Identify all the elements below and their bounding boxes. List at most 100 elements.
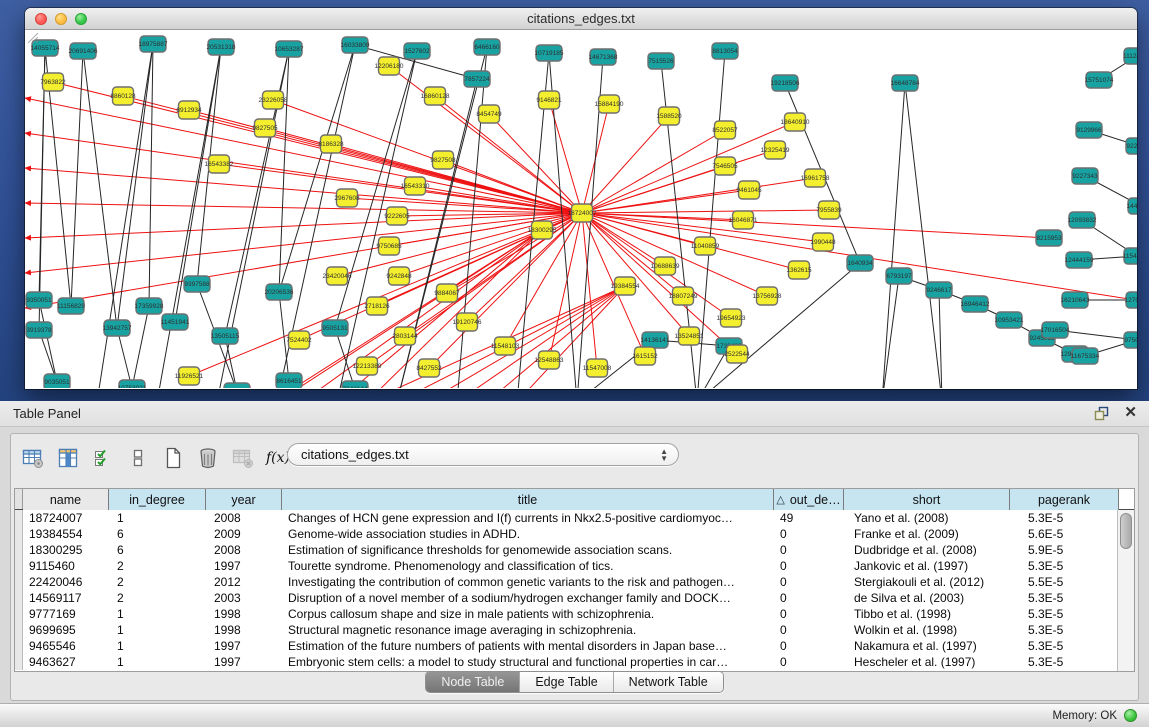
- column-header-year[interactable]: year: [206, 489, 282, 510]
- close-panel-icon[interactable]: ✕: [1124, 405, 1137, 421]
- table-cell[interactable]: 19384554: [23, 526, 109, 542]
- table-row[interactable]: 969969511998Structural magnetic resonanc…: [15, 622, 1134, 638]
- table-cell[interactable]: 5.3E-5: [1010, 606, 1119, 622]
- table-mode-button[interactable]: [21, 446, 45, 470]
- table-cell[interactable]: 1: [109, 622, 206, 638]
- table-cell[interactable]: 2012: [206, 574, 282, 590]
- table-cell[interactable]: Nakamura et al. (1997): [844, 638, 1010, 654]
- column-header-title[interactable]: title: [282, 489, 774, 510]
- table-cell[interactable]: 14569117: [23, 590, 109, 606]
- tab-node-table[interactable]: Node Table: [426, 672, 520, 692]
- float-panel-icon[interactable]: [1094, 406, 1110, 421]
- table-cell[interactable]: Disruption of a novel member of a sodium…: [282, 590, 774, 606]
- citation-edge-red[interactable]: [582, 210, 829, 213]
- citation-edge-red[interactable]: [277, 230, 542, 388]
- table-cell[interactable]: Estimation of the future numbers of pati…: [282, 638, 774, 654]
- table-cell[interactable]: 2009: [206, 526, 282, 542]
- table-cell[interactable]: Corpus callosum shape and size in male p…: [282, 606, 774, 622]
- table-cell[interactable]: Tibbo et al. (1998): [844, 606, 1010, 622]
- delete-table-button[interactable]: [231, 446, 255, 470]
- column-header-pagerank[interactable]: pagerank: [1010, 489, 1119, 510]
- table-cell[interactable]: 2008: [206, 542, 282, 558]
- table-cell[interactable]: 0: [774, 542, 844, 558]
- citation-edge-black[interactable]: [279, 45, 355, 292]
- table-cell[interactable]: 9115460: [23, 558, 109, 574]
- table-cell[interactable]: 2003: [206, 590, 282, 606]
- table-cell[interactable]: 0: [774, 558, 844, 574]
- row-height-button[interactable]: [126, 446, 150, 470]
- table-cell[interactable]: 2: [109, 558, 206, 574]
- table-cell[interactable]: Tourette syndrome. Phenomenology and cla…: [282, 558, 774, 574]
- table-cell[interactable]: 5.3E-5: [1010, 510, 1119, 526]
- vertical-scrollbar[interactable]: [1117, 510, 1134, 671]
- resize-grip-icon[interactable]: [25, 30, 39, 44]
- table-cell[interactable]: 0: [774, 622, 844, 638]
- table-row[interactable]: 2242004622012Investigating the contribut…: [15, 574, 1134, 590]
- table-cell[interactable]: 5.6E-5: [1010, 526, 1119, 542]
- table-cell[interactable]: 0: [774, 574, 844, 590]
- table-cell[interactable]: 5.3E-5: [1010, 638, 1119, 654]
- table-cell[interactable]: Estimation of significance thresholds fo…: [282, 542, 774, 558]
- table-cell[interactable]: 18724007: [23, 510, 109, 526]
- table-row[interactable]: 911546021997Tourette syndrome. Phenomeno…: [15, 558, 1134, 574]
- citation-edge-black[interactable]: [149, 44, 153, 306]
- table-select-dropdown[interactable]: citations_edges.txt ▲▼: [287, 443, 679, 466]
- table-cell[interactable]: 5.3E-5: [1010, 590, 1119, 606]
- table-cell[interactable]: Jankovic et al. (1997): [844, 558, 1010, 574]
- citation-edge-black[interactable]: [132, 306, 149, 388]
- table-cell[interactable]: Dudbridge et al. (2008): [844, 542, 1010, 558]
- citation-edge-black[interactable]: [939, 290, 942, 388]
- table-row[interactable]: 1872400712008Changes of HCN gene express…: [15, 510, 1134, 526]
- column-header-short[interactable]: short: [844, 489, 1010, 510]
- delete-column-button[interactable]: [196, 446, 220, 470]
- table-cell[interactable]: 1997: [206, 638, 282, 654]
- table-cell[interactable]: 1: [109, 510, 206, 526]
- table-cell[interactable]: 0: [774, 526, 844, 542]
- scrollbar-thumb[interactable]: [1120, 513, 1132, 549]
- function-builder-button[interactable]: f(x): [266, 446, 290, 470]
- table-row[interactable]: 1456911722003Disruption of a novel membe…: [15, 590, 1134, 606]
- table-cell[interactable]: 6: [109, 542, 206, 558]
- tab-edge-table[interactable]: Edge Table: [520, 672, 613, 692]
- table-cell[interactable]: Structural magnetic resonance image aver…: [282, 622, 774, 638]
- table-cell[interactable]: 9777169: [23, 606, 109, 622]
- table-cell[interactable]: Yano et al. (2008): [844, 510, 1010, 526]
- table-cell[interactable]: 5.3E-5: [1010, 622, 1119, 638]
- table-cell[interactable]: 5.5E-5: [1010, 574, 1119, 590]
- citation-edge-red[interactable]: [582, 190, 749, 213]
- table-cell[interactable]: 5.9E-5: [1010, 542, 1119, 558]
- table-cell[interactable]: de Silva et al. (2003): [844, 590, 1010, 606]
- table-cell[interactable]: 1998: [206, 622, 282, 638]
- table-cell[interactable]: 0: [774, 590, 844, 606]
- table-cell[interactable]: 0: [774, 638, 844, 654]
- citation-edge-red[interactable]: [517, 286, 625, 388]
- citation-edge-red[interactable]: [25, 213, 582, 273]
- table-row[interactable]: 1830029562008Estimation of significance …: [15, 542, 1134, 558]
- table-cell[interactable]: Genome-wide association studies in ADHD.: [282, 526, 774, 542]
- table-cell[interactable]: 5.3E-5: [1010, 558, 1119, 574]
- new-column-button[interactable]: [161, 446, 185, 470]
- column-header-in_degree[interactable]: in_degree: [109, 489, 206, 510]
- citation-edge-black[interactable]: [882, 83, 905, 388]
- table-row[interactable]: 977716911998Corpus callosum shape and si…: [15, 606, 1134, 622]
- table-cell[interactable]: 49: [774, 510, 844, 526]
- column-header-out_de[interactable]: △out_de…: [774, 489, 844, 510]
- table-cell[interactable]: 1997: [206, 558, 282, 574]
- table-cell[interactable]: Investigating the contribution of common…: [282, 574, 774, 590]
- column-header-name[interactable]: name: [23, 489, 109, 510]
- citation-edge-black[interactable]: [905, 83, 942, 388]
- citation-edge-red[interactable]: [25, 133, 582, 213]
- tab-network-table[interactable]: Network Table: [614, 672, 723, 692]
- select-rows-button[interactable]: [91, 446, 115, 470]
- table-cell[interactable]: 1: [109, 638, 206, 654]
- close-window-icon[interactable]: [35, 13, 47, 25]
- citation-edge-red[interactable]: [582, 122, 795, 213]
- network-canvas[interactable]: 1405571420691406189758872053131810653287…: [25, 30, 1137, 388]
- table-cell[interactable]: 9465546: [23, 638, 109, 654]
- table-cell[interactable]: 9699695: [23, 622, 109, 638]
- table-cell[interactable]: 1: [109, 606, 206, 622]
- table-cell[interactable]: 2: [109, 590, 206, 606]
- table-cell[interactable]: Stergiakouli et al. (2012): [844, 574, 1010, 590]
- minimize-window-icon[interactable]: [55, 13, 67, 25]
- table-cell[interactable]: 18300295: [23, 542, 109, 558]
